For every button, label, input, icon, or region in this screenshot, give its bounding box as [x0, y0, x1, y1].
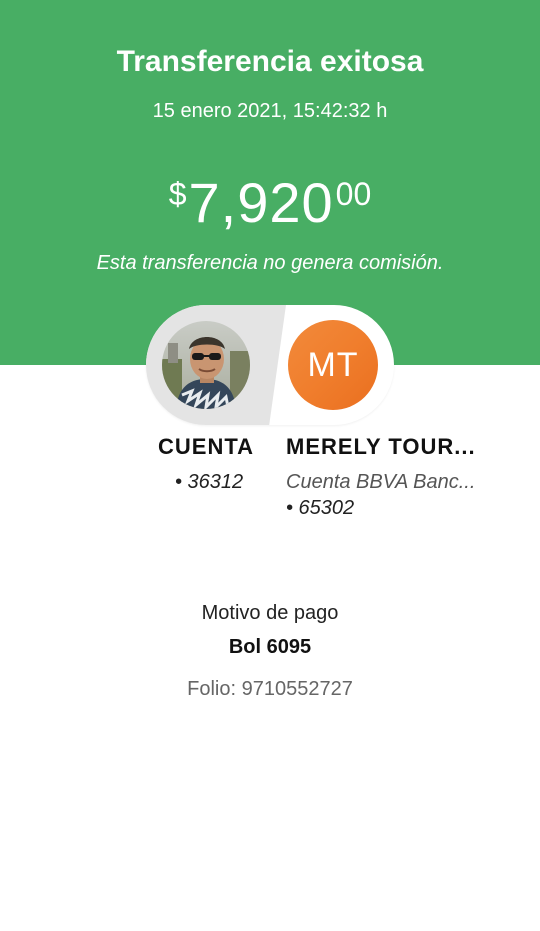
- recipient-account: • 65302: [286, 497, 355, 519]
- sender-name: CUENTA: [158, 434, 255, 459]
- recipient-initials-avatar: MT: [288, 320, 378, 410]
- transfer-datetime: 15 enero 2021, 15:42:32 h: [152, 100, 388, 122]
- amount-currency: $: [168, 176, 187, 212]
- folio-number: Folio: 9710552727: [187, 678, 353, 700]
- payment-reason-value: Bol 6095: [228, 636, 312, 658]
- transfer-amount: $7,92000: [0, 170, 540, 235]
- transfer-parties-pill: MT: [146, 305, 394, 425]
- amount-cents: 00: [335, 176, 372, 212]
- payment-reason-label: Motivo de pago: [201, 602, 339, 624]
- user-photo-icon: [162, 321, 250, 409]
- page-title: Transferencia exitosa: [116, 45, 424, 78]
- recipient-name: MERELY TOUR...: [286, 434, 476, 459]
- sender-avatar: [162, 321, 250, 409]
- recipient-bank: Cuenta BBVA Banc...: [286, 471, 476, 493]
- sender-account: • 36312: [175, 471, 244, 493]
- amount-integer: 7,920: [188, 171, 334, 234]
- commission-note: Esta transferencia no genera comisión.: [96, 252, 444, 274]
